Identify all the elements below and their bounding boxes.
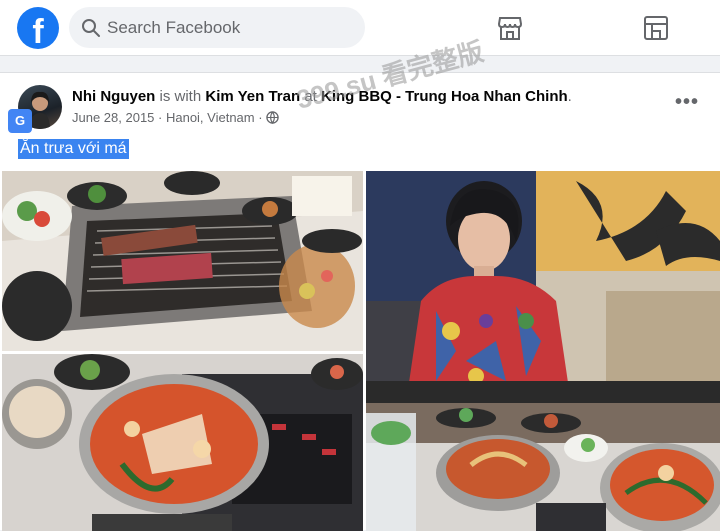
translate-icon[interactable]: G [8, 109, 32, 133]
author-link[interactable]: Nhi Nguyen [72, 88, 155, 105]
with-text: is with [159, 88, 202, 105]
search-placeholder: Search Facebook [107, 18, 241, 37]
place-link[interactable]: King BBQ - Trung Hoa Nhan Chinh [321, 88, 568, 105]
woman-portrait-photo[interactable] [366, 171, 720, 403]
marketplace-icon[interactable] [496, 14, 524, 42]
top-bar: f Search Facebook [0, 0, 720, 56]
post-card: G Nhi Nguyen is with Kim Yen Tran at Kin… [0, 36, 720, 531]
post-header: Nhi Nguyen is with Kim Yen Tran at King … [72, 88, 572, 105]
bbq-grill-photo[interactable] [2, 171, 363, 351]
search-icon [82, 19, 100, 37]
more-options-button[interactable]: ••• [675, 91, 699, 114]
hotpot-photo[interactable] [2, 354, 363, 531]
search-input[interactable]: Search Facebook [69, 7, 365, 48]
logo-letter: f [32, 13, 44, 49]
post-location[interactable]: Hanoi, Vietnam [166, 110, 255, 125]
globe-icon[interactable] [266, 111, 279, 124]
pages-icon[interactable] [642, 14, 670, 42]
post-date[interactable]: June 28, 2015 [72, 110, 154, 125]
post-text: Ăn trưa với má [18, 139, 129, 159]
tagged-friend-link[interactable]: Kim Yen Tran [205, 88, 300, 105]
hotpot-table-photo[interactable] [366, 403, 720, 531]
facebook-logo[interactable]: f [17, 7, 59, 49]
post-meta: June 28, 2015 · Hanoi, Vietnam · [72, 110, 279, 125]
at-text: at [304, 88, 317, 105]
